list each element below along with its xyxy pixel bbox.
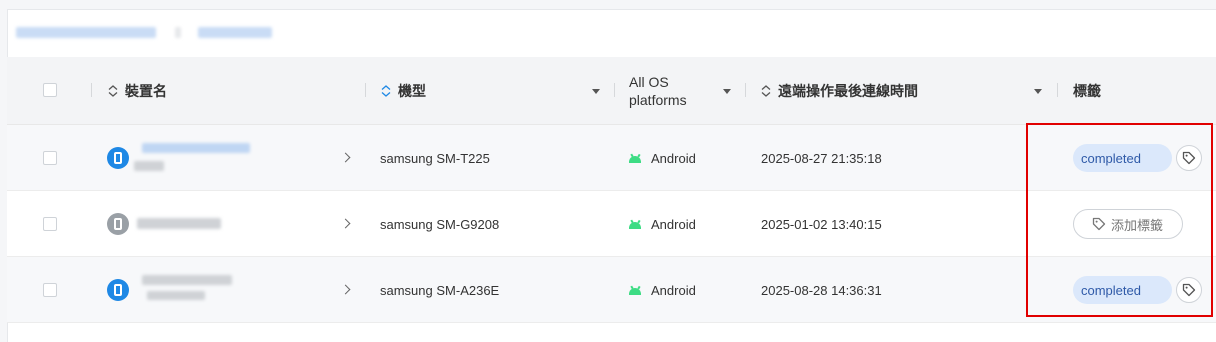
last-connect-cell: 2025-08-27 21:35:18 xyxy=(761,150,882,166)
os-cell: Android xyxy=(629,257,696,323)
os-cell: Android xyxy=(629,125,696,191)
phone-icon xyxy=(107,213,129,235)
model-cell: samsung SM-G9208 xyxy=(380,216,500,232)
table-header: 裝置名 機型 All OS platforms 遠端操作最後連線時間 標籤 xyxy=(7,57,1216,125)
android-icon xyxy=(629,219,641,229)
column-model[interactable]: 機型 xyxy=(380,57,426,125)
model-cell: samsung SM-A236E xyxy=(380,282,500,298)
device-name[interactable] xyxy=(142,143,250,153)
device-subname xyxy=(134,161,164,171)
android-icon xyxy=(629,285,641,295)
device-name[interactable] xyxy=(142,275,232,285)
column-label: 裝置名 xyxy=(125,83,167,99)
column-divider xyxy=(614,83,615,97)
chevron-down-icon[interactable] xyxy=(1034,89,1042,94)
column-divider xyxy=(365,83,366,97)
device-name[interactable] xyxy=(137,218,221,229)
breadcrumb-separator xyxy=(175,27,181,38)
last-connect-cell: 2025-08-28 14:36:31 xyxy=(761,282,882,298)
highlight-box xyxy=(1026,123,1213,317)
os-cell: Android xyxy=(629,191,696,257)
column-label: 遠端操作最後連線時間 xyxy=(778,83,918,99)
column-label: 標籤 xyxy=(1073,83,1101,99)
column-divider xyxy=(745,83,746,97)
model-cell: samsung SM-T225 xyxy=(380,150,490,166)
chevron-down-icon[interactable] xyxy=(592,89,600,94)
column-divider xyxy=(91,83,92,97)
chevron-right-icon[interactable] xyxy=(340,284,351,295)
phone-icon xyxy=(107,147,129,169)
column-device-name[interactable]: 裝置名 xyxy=(107,57,167,125)
device-subname xyxy=(147,291,205,300)
column-divider xyxy=(1057,83,1058,97)
column-tags: 標籤 xyxy=(1073,57,1101,125)
phone-icon xyxy=(107,279,129,301)
sort-icon[interactable] xyxy=(760,85,772,97)
column-label: All OS platforms xyxy=(629,74,687,108)
sort-icon[interactable] xyxy=(380,85,392,97)
chevron-right-icon[interactable] xyxy=(340,152,351,163)
chevron-right-icon[interactable] xyxy=(340,218,351,229)
last-connect-cell: 2025-01-02 13:40:15 xyxy=(761,216,882,232)
os-label: Android xyxy=(651,282,696,298)
row-checkbox[interactable] xyxy=(43,283,57,297)
column-label: 機型 xyxy=(398,83,426,99)
breadcrumb-item[interactable] xyxy=(16,27,156,38)
breadcrumb-item[interactable] xyxy=(198,27,272,38)
select-all-checkbox[interactable] xyxy=(43,83,57,97)
android-icon xyxy=(629,153,641,163)
os-label: Android xyxy=(651,216,696,232)
chevron-down-icon[interactable] xyxy=(723,89,731,94)
os-label: Android xyxy=(651,150,696,166)
row-checkbox[interactable] xyxy=(43,151,57,165)
column-os-platform[interactable]: All OS platforms xyxy=(629,57,687,125)
sort-icon[interactable] xyxy=(107,85,119,97)
row-checkbox[interactable] xyxy=(43,217,57,231)
column-last-connect[interactable]: 遠端操作最後連線時間 xyxy=(760,57,918,125)
